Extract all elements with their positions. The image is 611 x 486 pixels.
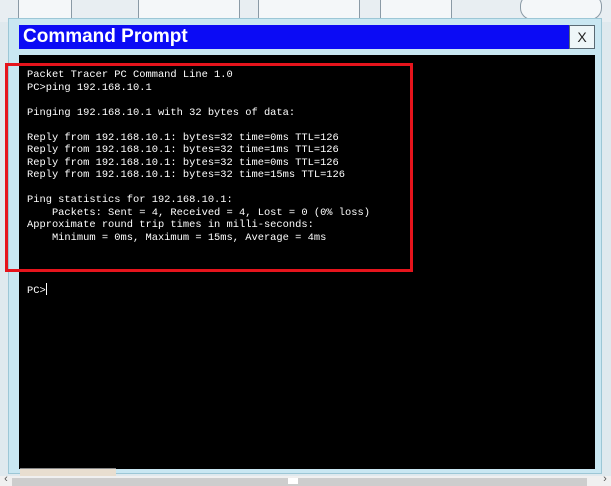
desktop-device-icon bbox=[520, 0, 602, 20]
terminal-input-line[interactable]: PC> bbox=[27, 283, 47, 298]
desktop-device-icon bbox=[258, 0, 360, 20]
command-prompt-window: Command Prompt X Packet Tracer PC Comman… bbox=[8, 18, 602, 474]
text-cursor bbox=[45, 283, 47, 295]
close-icon: X bbox=[577, 29, 587, 45]
close-button[interactable]: X bbox=[569, 25, 595, 49]
terminal-output: Packet Tracer PC Command Line 1.0 PC>pin… bbox=[27, 69, 370, 244]
scrollbar-grip bbox=[288, 478, 298, 484]
horizontal-scrollbar[interactable]: ‹ › bbox=[0, 473, 611, 486]
scrollbar-thumb[interactable] bbox=[12, 478, 587, 486]
command-prompt: PC> bbox=[27, 285, 46, 297]
desktop-device-icon bbox=[18, 0, 72, 20]
window-title: Command Prompt bbox=[23, 26, 188, 47]
terminal-area[interactable]: Packet Tracer PC Command Line 1.0 PC>pin… bbox=[19, 55, 595, 469]
desktop-device-icon bbox=[138, 0, 240, 20]
window-titlebar[interactable]: Command Prompt X bbox=[19, 25, 595, 49]
scroll-right-icon[interactable]: › bbox=[599, 473, 611, 485]
desktop-device-icon bbox=[380, 0, 452, 20]
scroll-left-icon[interactable]: ‹ bbox=[0, 473, 12, 485]
